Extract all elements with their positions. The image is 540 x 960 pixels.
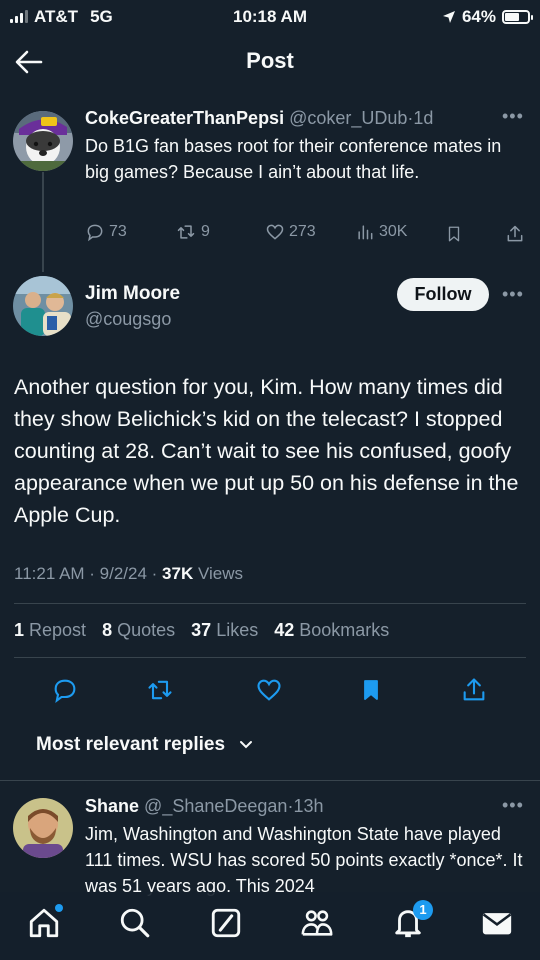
quotes-stat[interactable]: 8 Quotes: [102, 620, 175, 640]
reply-header: Shane @_ShaneDeegan·13h: [85, 796, 323, 817]
messages-icon: [482, 913, 512, 935]
bookmarks-label: Bookmarks: [294, 620, 390, 640]
divider: [14, 657, 526, 658]
post-header: Post: [0, 40, 540, 84]
parent-like-button[interactable]: 273: [265, 222, 316, 242]
avatar[interactable]: [13, 276, 73, 336]
parent-repost-count: 9: [201, 223, 210, 240]
reply-icon[interactable]: [51, 676, 79, 704]
location-icon: [442, 11, 455, 23]
likes-count: 37: [191, 620, 212, 640]
reply-author-name[interactable]: Shane: [85, 796, 139, 816]
reposts-label: Repost: [24, 620, 87, 640]
avatar[interactable]: [13, 111, 73, 171]
home-unread-dot: [55, 904, 63, 912]
views-icon: [358, 225, 373, 240]
parent-more-icon[interactable]: •••: [502, 106, 524, 127]
page-title: Post: [246, 48, 294, 73]
likes-label: Likes: [211, 620, 259, 640]
bookmarks-stat[interactable]: 42 Bookmarks: [274, 620, 389, 640]
nav-notifications[interactable]: 1: [391, 900, 433, 940]
nav-grok[interactable]: [209, 906, 243, 940]
bookmarks-count: 42: [274, 620, 295, 640]
parent-views-button[interactable]: 30K: [355, 222, 407, 242]
status-bar: AT&T 5G 10:18 AM 64%: [0, 0, 540, 34]
reply-author-handle[interactable]: @_ShaneDeegan: [144, 796, 287, 816]
nav-communities[interactable]: [300, 906, 334, 940]
follow-button[interactable]: Follow: [397, 278, 489, 311]
bottom-nav: 1: [0, 892, 540, 960]
reply-more-icon[interactable]: •••: [502, 795, 524, 816]
quotes-count: 8: [102, 620, 113, 640]
author-handle[interactable]: @cougsgo: [85, 309, 171, 330]
parent-tweet-text: Do B1G fan bases root for their conferen…: [85, 136, 502, 182]
reply-icon: [87, 224, 103, 242]
divider: [14, 603, 526, 604]
bookmark-filled-icon[interactable]: [359, 676, 383, 704]
reposts-count: 1: [14, 620, 25, 640]
tweet-meta: 11:21 AM · 9/2/24 · 37K Views: [14, 564, 243, 584]
thread-line: [42, 172, 44, 272]
parent-tweet-header: CokeGreaterThanPepsi @coker_UDub·1d: [85, 108, 433, 129]
likes-stat[interactable]: 37 Likes: [191, 620, 258, 640]
reply-text: Jim, Washington and Washington State hav…: [85, 824, 523, 896]
tweet-views-label: Views: [193, 564, 243, 583]
tweet-views-count: 37K: [162, 564, 194, 583]
heart-icon[interactable]: [255, 676, 283, 704]
search-icon: [120, 908, 150, 938]
repost-icon[interactable]: [145, 676, 175, 704]
parent-author-name[interactable]: CokeGreaterThanPepsi: [85, 108, 284, 128]
share-icon[interactable]: [505, 224, 525, 244]
author-name[interactable]: Jim Moore: [85, 283, 180, 305]
chevron-down-icon: [240, 741, 253, 749]
parent-views-count: 30K: [379, 223, 408, 240]
parent-time: 1d: [413, 108, 434, 128]
battery-icon: [502, 10, 533, 24]
grok-icon: [211, 908, 241, 938]
divider: [0, 780, 540, 781]
tweet-timestamp: 11:21 AM · 9/2/24 ·: [14, 564, 163, 583]
main-more-icon[interactable]: •••: [502, 284, 524, 305]
parent-like-count: 273: [289, 223, 316, 240]
avatar[interactable]: [13, 798, 73, 858]
repost-icon: [177, 225, 195, 239]
status-right: 64%: [442, 7, 533, 27]
share-icon[interactable]: [460, 676, 488, 704]
replies-sort-dropdown[interactable]: Most relevant replies: [36, 734, 253, 756]
reposts-stat[interactable]: 1 Repost: [14, 620, 86, 640]
nav-messages[interactable]: [480, 906, 514, 940]
heart-icon: [266, 224, 284, 240]
parent-repost-button[interactable]: 9: [175, 222, 210, 242]
engagement-stats: 1 Repost 8 Quotes 37 Likes 42 Bookmarks: [14, 620, 400, 641]
tweet-actions: [0, 672, 540, 706]
communities-icon: [301, 910, 333, 936]
reply-time: 13h: [293, 796, 324, 816]
replies-sort-label: Most relevant replies: [36, 734, 226, 755]
nav-search[interactable]: [118, 906, 152, 940]
quotes-label: Quotes: [112, 620, 176, 640]
bookmark-icon[interactable]: [445, 224, 463, 244]
notifications-badge: 1: [413, 900, 433, 920]
parent-reply-button[interactable]: 73: [85, 222, 127, 242]
nav-home[interactable]: [27, 904, 63, 940]
parent-author-handle[interactable]: @coker_UDub: [289, 108, 407, 128]
parent-tweet-actions: 73 9 273 30K: [85, 222, 525, 246]
parent-reply-count: 73: [109, 223, 127, 240]
battery-percent: 64%: [461, 7, 496, 26]
tweet-text: Another question for you, Kim. How many …: [14, 375, 519, 527]
